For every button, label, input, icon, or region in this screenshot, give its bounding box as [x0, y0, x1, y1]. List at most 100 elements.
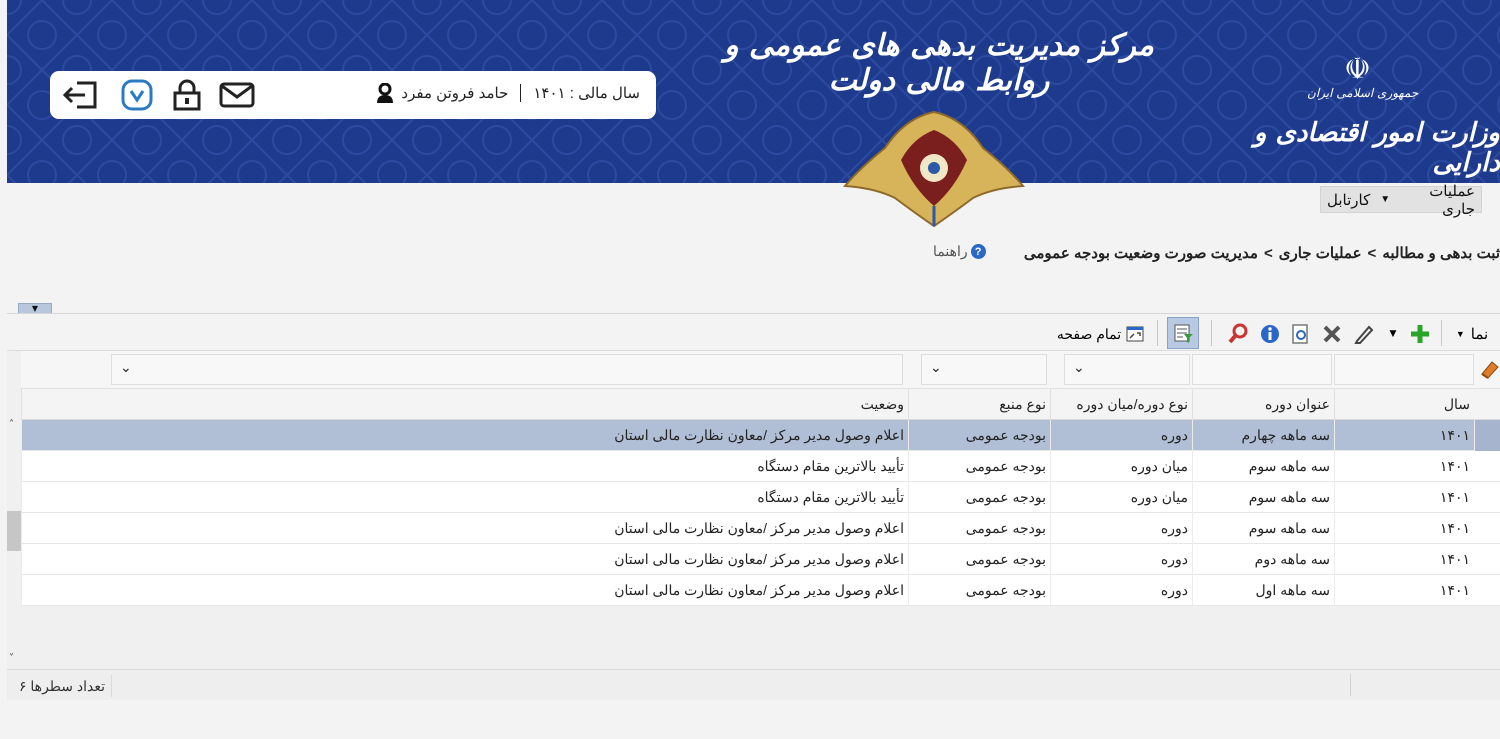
chevron-down-icon[interactable]: ⌄: [930, 360, 942, 376]
column-header-status[interactable]: وضعیت: [21, 389, 908, 420]
ornament-logo: [843, 110, 1025, 228]
table-row[interactable]: ۱۴۰۱ سه ماهه سوم دوره بودجه عمومی اعلام …: [21, 513, 1500, 544]
user-info: حامد فروتن مفرد سال مالی : ۱۴۰۱: [375, 83, 640, 103]
iran-emblem-icon: ☫: [1344, 52, 1371, 87]
filter-period-title[interactable]: [1192, 354, 1332, 385]
help-icon[interactable]: ?: [970, 244, 986, 259]
delete-icon[interactable]: [1319, 322, 1345, 346]
user-icon: [377, 83, 394, 103]
filter-toggle-icon[interactable]: [1167, 317, 1199, 349]
cell-period-type: میان دوره: [1050, 451, 1192, 482]
cell-source-type: بودجه عمومی: [908, 420, 1050, 451]
info-icon[interactable]: [1257, 322, 1283, 346]
cell-period-title: سه ماهه سوم: [1192, 513, 1334, 544]
table-row[interactable]: ۱۴۰۱ سه ماهه چهارم دوره بودجه عمومی اعلا…: [21, 420, 1500, 451]
add-icon[interactable]: [1407, 322, 1433, 346]
view-menu[interactable]: نما ▼: [1450, 322, 1494, 346]
cell-period-title: سه ماهه چهارم: [1192, 420, 1334, 451]
toolbar-divider: [1211, 320, 1212, 346]
edit-icon[interactable]: [1351, 322, 1377, 346]
cell-period-type: دوره: [1050, 575, 1192, 606]
cell-source-type: بودجه عمومی: [908, 544, 1050, 575]
eraser-icon[interactable]: [1478, 359, 1500, 383]
filter-status[interactable]: ⌄: [111, 354, 903, 385]
cell-year: ۱۴۰۱: [1334, 482, 1474, 513]
cell-source-type: بودجه عمومی: [908, 482, 1050, 513]
tab-current[interactable]: عملیات جاری: [1394, 182, 1481, 218]
breadcrumb-item[interactable]: مدیریت صورت وضعیت بودجه عمومی: [1024, 244, 1258, 262]
table-row[interactable]: ۱۴۰۱ سه ماهه سوم میان دوره بودجه عمومی ت…: [21, 482, 1500, 513]
fiscal-year: سال مالی : ۱۴۰۱: [533, 85, 640, 102]
cell-period-title: سه ماهه دوم: [1192, 544, 1334, 575]
column-header-year[interactable]: سال: [1334, 389, 1474, 420]
data-grid: نما ▼ ▼ تمام صفحه ˄ ˅ ⌄ ⌄ ⌄ سال عنوان دو…: [7, 313, 1500, 700]
user-name: حامد فروتن مفرد: [401, 85, 509, 102]
ministry-title: وزارت امور اقتصادی و دارایی: [1253, 118, 1500, 178]
breadcrumb-separator: >: [1263, 244, 1273, 262]
column-header-period-type[interactable]: نوع دوره/میان دوره: [1050, 389, 1192, 420]
mail-icon[interactable]: [218, 79, 256, 111]
row-selector[interactable]: [1474, 420, 1500, 451]
view-label[interactable]: نما: [1471, 325, 1488, 343]
lock-icon[interactable]: [168, 79, 206, 111]
cell-period-type: دوره: [1050, 513, 1192, 544]
v-badge-icon[interactable]: [118, 79, 156, 111]
preview-icon[interactable]: [1287, 322, 1313, 346]
filter-row: ⌄ ⌄ ⌄: [21, 351, 1500, 389]
cell-year: ۱۴۰۱: [1334, 420, 1474, 451]
breadcrumb-item[interactable]: عملیات جاری: [1279, 244, 1362, 262]
search-delete-icon[interactable]: [1225, 322, 1251, 346]
table-row[interactable]: ۱۴۰۱ سه ماهه دوم دوره بودجه عمومی اعلام …: [21, 544, 1500, 575]
grid-footer: تعداد سطرها ۶: [7, 669, 1500, 700]
footer-divider: [1350, 674, 1351, 696]
table-header: سال عنوان دوره نوع دوره/میان دوره نوع من…: [21, 389, 1500, 420]
cell-status: تأیید بالاترین مقام دستگاه: [21, 451, 908, 482]
cell-source-type: بودجه عمومی: [908, 513, 1050, 544]
cell-period-title: سه ماهه سوم: [1192, 482, 1334, 513]
cell-source-type: بودجه عمومی: [908, 451, 1050, 482]
chevron-down-icon[interactable]: ⌄: [1073, 360, 1085, 376]
scroll-down-icon[interactable]: ˅: [9, 653, 14, 664]
caret-down-icon[interactable]: ▼: [1383, 322, 1403, 346]
toolbar-divider: [1441, 320, 1442, 346]
gov-label: جمهوری اسلامی ایران: [1307, 86, 1419, 100]
caret-down-icon[interactable]: ▼: [1376, 194, 1394, 205]
filter-source-type[interactable]: ⌄: [921, 354, 1047, 385]
full-page-button[interactable]: تمام صفحه: [1051, 322, 1151, 346]
cell-period-title: سه ماهه سوم: [1192, 451, 1334, 482]
cell-status: اعلام وصول مدیر مرکز /معاون نظارت مالی ا…: [21, 544, 908, 575]
breadcrumb-separator: >: [1367, 244, 1377, 262]
scroll-up-icon[interactable]: ˄: [9, 419, 14, 430]
cell-year: ۱۴۰۱: [1334, 575, 1474, 606]
caret-down-icon[interactable]: ▼: [1456, 329, 1465, 339]
tab-cartable[interactable]: کارتابل: [1321, 191, 1376, 209]
cell-period-title: سه ماهه اول: [1192, 575, 1334, 606]
filter-period-type[interactable]: ⌄: [1064, 354, 1190, 385]
user-panel: حامد فروتن مفرد سال مالی : ۱۴۰۱: [50, 71, 656, 119]
help-link[interactable]: ? راهنما: [933, 243, 986, 260]
grid-toolbar: نما ▼ ▼ تمام صفحه: [7, 314, 1500, 351]
chevron-down-icon[interactable]: ⌄: [120, 360, 132, 376]
cell-status: اعلام وصول مدیر مرکز /معاون نظارت مالی ا…: [21, 420, 908, 451]
vertical-scrollbar[interactable]: ˄ ˅: [7, 351, 21, 669]
filter-year[interactable]: [1334, 354, 1474, 385]
cell-year: ۱۴۰۱: [1334, 451, 1474, 482]
breadcrumb: ثبت بدهی و مطالبه > عملیات جاری > مدیریت…: [1024, 240, 1500, 266]
cell-period-type: میان دوره: [1050, 482, 1192, 513]
cell-period-type: دوره: [1050, 420, 1192, 451]
cell-year: ۱۴۰۱: [1334, 513, 1474, 544]
cell-status: تأیید بالاترین مقام دستگاه: [21, 482, 908, 513]
full-page-label[interactable]: تمام صفحه: [1057, 326, 1121, 343]
column-header-source-type[interactable]: نوع منبع: [908, 389, 1050, 420]
toolbar-divider: [1157, 320, 1158, 346]
caret-down-icon[interactable]: ▼: [32, 304, 38, 313]
exit-icon[interactable]: [62, 79, 100, 111]
table-row[interactable]: ۱۴۰۱ سه ماهه اول دوره بودجه عمومی اعلام …: [21, 575, 1500, 606]
full-page-icon[interactable]: [1125, 324, 1145, 344]
column-header-period-title[interactable]: عنوان دوره: [1192, 389, 1334, 420]
scroll-thumb[interactable]: [7, 511, 21, 551]
breadcrumb-item[interactable]: ثبت بدهی و مطالبه: [1382, 244, 1500, 262]
table-row[interactable]: ۱۴۰۱ سه ماهه سوم میان دوره بودجه عمومی ت…: [21, 451, 1500, 482]
help-label[interactable]: راهنما: [933, 243, 968, 260]
tab-selector[interactable]: عملیات جاری ▼ کارتابل: [1320, 183, 1482, 218]
